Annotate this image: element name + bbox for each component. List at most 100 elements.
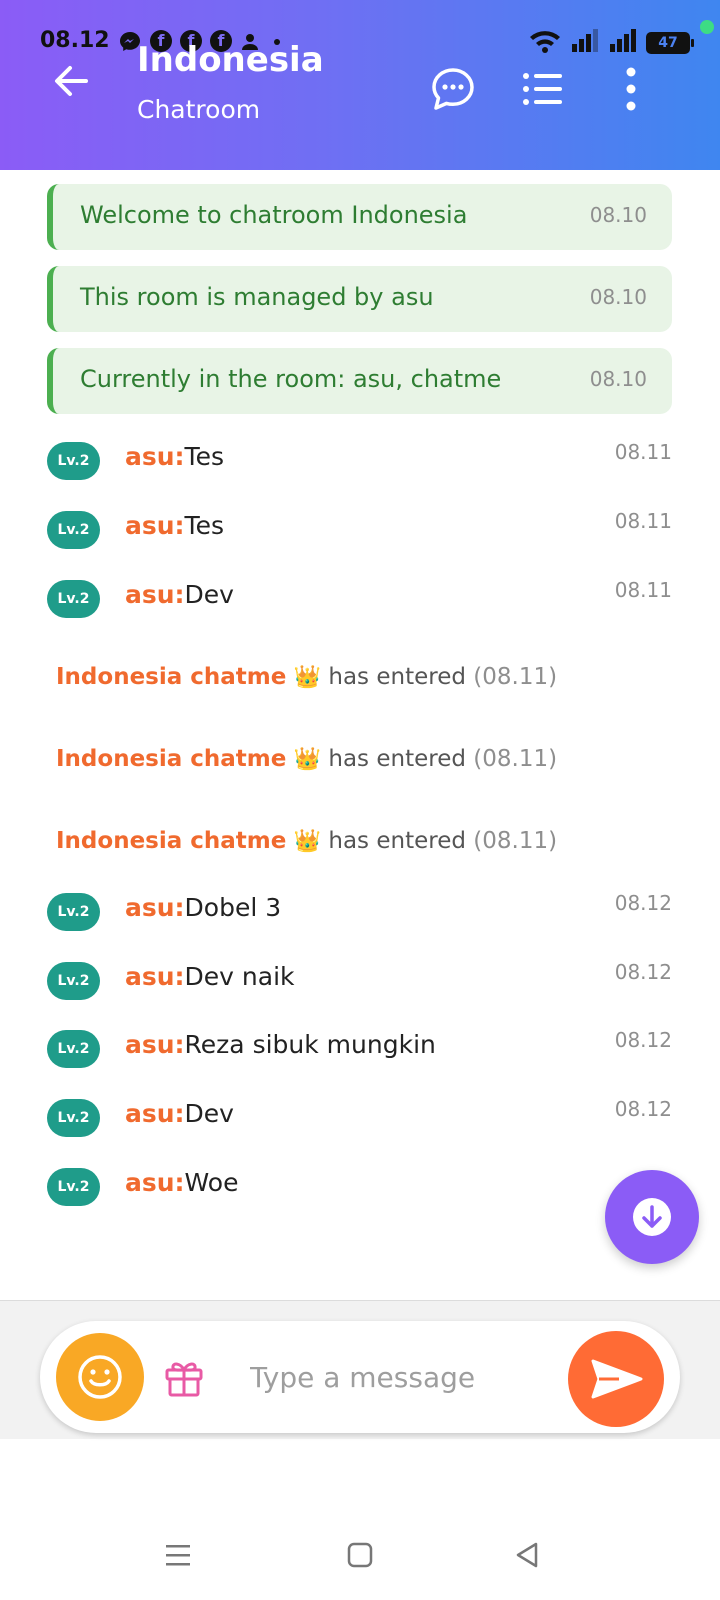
chat-username[interactable]: asu: [125,511,185,540]
chat-message-content: asu:Dev [125,580,234,609]
system-message-time: 08.10 [589,285,647,309]
status-time: 08.12 [40,28,110,53]
system-message-time: 08.10 [589,367,647,391]
chat-message[interactable]: Lv.2 asu:Tes 08.11 [47,505,672,549]
emoji-icon [78,1355,122,1399]
system-message-text: This room is managed by asu [80,283,434,311]
level-badge: Lv.2 [47,893,100,931]
entered-user-name[interactable]: Indonesia chatme [56,746,286,772]
more-vertical-icon[interactable] [608,66,654,112]
level-badge: Lv.2 [47,511,100,549]
chat-message-time: 08.12 [614,891,672,915]
arrow-down-icon [633,1198,671,1236]
chat-message-content: asu:Dev naik [125,962,295,991]
chat-message-text: Tes [184,442,224,471]
system-message: Welcome to chatroom Indonesia 08.10 [47,184,672,250]
message-input[interactable] [250,1351,570,1403]
chat-username[interactable]: asu: [125,962,185,991]
chat-message-text: Dobel 3 [184,893,282,922]
chat-username[interactable]: asu: [125,580,185,609]
chat-message-content: asu:Dev [125,1099,234,1128]
chat-message-time: 08.11 [614,440,672,464]
entered-text: has entered [328,828,466,854]
signal-icon [608,28,638,58]
system-message-time: 08.10 [589,203,647,227]
chat-username[interactable]: asu: [125,1099,185,1128]
composer-area [0,1300,720,1439]
chat-message-content: asu:Woe [125,1168,238,1197]
chat-message-content: asu:Reza sibuk mungkin [125,1030,436,1059]
level-badge: Lv.2 [47,580,100,618]
app-header: 08.12 f f f 47 Indonesia Chatroom [0,0,720,170]
status-bar: 08.12 f f f 47 [0,24,720,58]
scroll-to-bottom-button[interactable] [605,1170,699,1264]
gift-icon[interactable] [162,1355,206,1399]
chat-username[interactable]: asu: [125,893,185,922]
home-icon[interactable] [340,1535,380,1575]
level-badge: Lv.2 [47,1030,100,1068]
crown-icon: 👑 [293,665,322,690]
chat-message[interactable]: Lv.2 asu:Dev 08.12 [47,1093,672,1137]
chat-message-time: 08.11 [614,509,672,533]
entered-event: Indonesia chatme 👑 has entered (08.11) [56,664,557,690]
chat-message-time: 08.12 [614,960,672,984]
send-icon [591,1359,643,1399]
back-arrow-icon[interactable] [50,60,92,102]
chat-message-text: Tes [184,511,224,540]
chat-message-text: Woe [184,1168,239,1197]
chat-message-text: Dev [184,1099,234,1128]
system-message: Currently in the room: asu, chatme 08.10 [47,348,672,414]
chat-message-text: Reza sibuk mungkin [184,1030,436,1059]
level-badge: Lv.2 [47,1168,100,1206]
chat-message-content: asu:Tes [125,442,224,471]
chat-message-time: 08.11 [614,578,672,602]
chat-bubble-icon[interactable] [430,66,476,112]
chat-message[interactable]: Lv.2 asu:Dev 08.11 [47,574,672,618]
chat-username[interactable]: asu: [125,442,185,471]
chat-username[interactable]: asu: [125,1030,185,1059]
entered-time: (08.11) [473,664,558,690]
chat-message-text: Dev [184,580,234,609]
wifi-icon [528,28,562,58]
system-message-text: Currently in the room: asu, chatme [80,365,502,393]
crown-icon: 👑 [293,747,322,772]
chat-message-content: asu:Dobel 3 [125,893,281,922]
level-badge: Lv.2 [47,962,100,1000]
signal-icon [570,28,600,58]
entered-text: has entered [328,664,466,690]
chat-message[interactable]: Lv.2 asu:Woe [47,1162,672,1206]
entered-event: Indonesia chatme 👑 has entered (08.11) [56,828,557,854]
chat-message-time: 08.12 [614,1028,672,1052]
level-badge: Lv.2 [47,1099,100,1137]
back-icon[interactable] [508,1535,548,1575]
entered-time: (08.11) [473,746,558,772]
chat-message[interactable]: Lv.2 asu:Tes 08.11 [47,436,672,480]
entered-text: has entered [328,746,466,772]
chat-message[interactable]: Lv.2 asu:Reza sibuk mungkin 08.12 [47,1024,672,1068]
menu-icon[interactable] [158,1535,198,1575]
chat-username[interactable]: asu: [125,1168,185,1197]
battery-icon: 47 [646,32,694,54]
system-message-text: Welcome to chatroom Indonesia [80,201,468,229]
level-badge: Lv.2 [47,442,100,480]
chat-message[interactable]: Lv.2 asu:Dobel 3 08.12 [47,887,672,931]
entered-user-name[interactable]: Indonesia chatme [56,828,286,854]
send-button[interactable] [568,1331,664,1427]
crown-icon: 👑 [293,829,322,854]
chat-message-time: 08.12 [614,1097,672,1121]
message-composer [40,1321,680,1433]
chat-message-text: Dev naik [184,962,295,991]
entered-time: (08.11) [473,828,558,854]
chat-message-content: asu:Tes [125,511,224,540]
system-icons: 47 [528,28,694,58]
system-message: This room is managed by asu 08.10 [47,266,672,332]
room-subtitle: Chatroom [137,95,261,124]
list-icon[interactable] [520,66,566,112]
entered-event: Indonesia chatme 👑 has entered (08.11) [56,746,557,772]
system-navigation-bar [0,1505,720,1600]
emoji-button[interactable] [56,1333,144,1421]
entered-user-name[interactable]: Indonesia chatme [56,664,286,690]
chat-message[interactable]: Lv.2 asu:Dev naik 08.12 [47,956,672,1000]
room-title: Indonesia [137,40,324,80]
camera-indicator-icon [700,20,714,34]
